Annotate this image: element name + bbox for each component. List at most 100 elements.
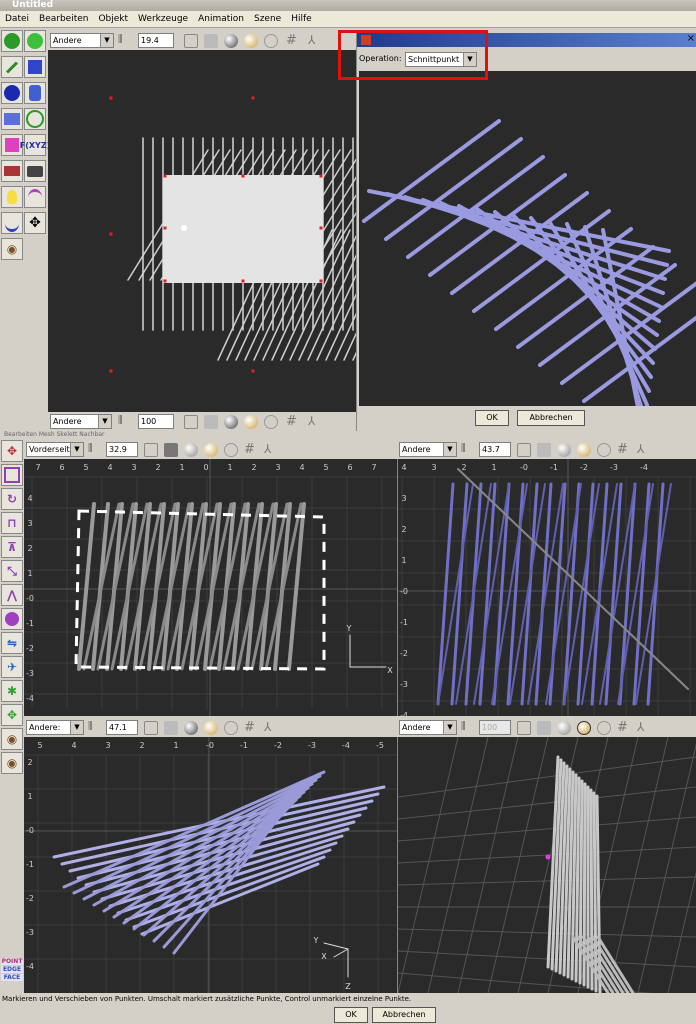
skew-icon[interactable]: ⤡ bbox=[1, 560, 23, 582]
top-view-mode-select[interactable]: Andere ▼ bbox=[50, 33, 114, 48]
point-mode-button[interactable]: POINT bbox=[1, 958, 23, 965]
smooth-sphere-icon[interactable] bbox=[184, 721, 198, 735]
textured-sphere-icon[interactable] bbox=[577, 443, 591, 457]
smooth-sphere-icon[interactable] bbox=[224, 34, 238, 48]
dialog-ok-button[interactable]: OK bbox=[475, 410, 509, 426]
grid-icon[interactable]: # bbox=[286, 33, 297, 48]
menu-animation[interactable]: Animation bbox=[193, 11, 249, 27]
taper-icon[interactable]: ⋀ bbox=[1, 584, 23, 606]
left-bottom-view-angle-field[interactable]: 47.1 bbox=[106, 720, 138, 735]
menu-bearbeiten[interactable]: Bearbeiten bbox=[34, 11, 93, 27]
pen-tool-icon[interactable] bbox=[1, 56, 23, 78]
smooth-sphere-icon[interactable] bbox=[224, 415, 238, 429]
close-icon[interactable]: × bbox=[687, 33, 695, 44]
shaded-box-icon[interactable] bbox=[537, 721, 551, 735]
axes-icon[interactable]: ⅄ bbox=[264, 720, 271, 734]
menu-objekt[interactable]: Objekt bbox=[93, 11, 133, 27]
axes-icon[interactable]: ⅄ bbox=[637, 442, 644, 456]
axes-icon[interactable]: ⅄ bbox=[308, 414, 315, 428]
wireframe-icon[interactable] bbox=[517, 443, 531, 457]
extrude-icon[interactable]: ⊼ bbox=[1, 536, 23, 558]
wireframe-icon[interactable] bbox=[517, 721, 531, 735]
face-mode-button[interactable]: FACE bbox=[1, 974, 23, 981]
wireframe-icon[interactable] bbox=[184, 34, 198, 48]
spline-tool-icon[interactable] bbox=[1, 212, 23, 234]
wireframe-icon[interactable] bbox=[144, 443, 158, 457]
grid-icon[interactable]: # bbox=[286, 414, 297, 429]
ok-button[interactable]: OK bbox=[334, 1007, 368, 1023]
textured-sphere-icon[interactable] bbox=[204, 721, 218, 735]
shaded-box-icon[interactable] bbox=[164, 443, 178, 457]
shaded-box-icon[interactable] bbox=[164, 721, 178, 735]
right-view-angle-field[interactable]: 43.7 bbox=[479, 442, 511, 457]
pose-icon[interactable]: ✥ bbox=[1, 704, 23, 726]
front-view-angle-field[interactable]: 32.9 bbox=[106, 442, 138, 457]
shaded-box-icon[interactable] bbox=[204, 415, 218, 429]
right-viewport[interactable]: 4 3 2 1 -0 -1 -2 -3 -4 3 2 1 -0 -1 -2 -3 -4 bbox=[397, 459, 696, 716]
top-viewport[interactable] bbox=[48, 50, 356, 412]
grid-icon[interactable]: # bbox=[244, 720, 255, 735]
grid-icon[interactable]: # bbox=[617, 442, 628, 457]
pan-tool-icon[interactable]: ✥ bbox=[24, 212, 46, 234]
bottom-view-mode-select[interactable]: Andere ▼ bbox=[50, 414, 112, 429]
bottom-view-value-field[interactable]: 100 bbox=[138, 414, 174, 429]
menu-szene[interactable]: Szene bbox=[249, 11, 286, 27]
view-eye-icon[interactable]: ◉ bbox=[1, 752, 23, 774]
textured-sphere-icon[interactable] bbox=[204, 443, 218, 457]
light-tool-icon[interactable] bbox=[1, 186, 23, 208]
rotate-points-icon[interactable]: ↻ bbox=[1, 488, 23, 510]
axes-icon[interactable]: ⅄ bbox=[308, 33, 315, 47]
sphere-tool-icon[interactable] bbox=[1, 82, 23, 104]
right-view-mode-select[interactable]: Andere ▼ bbox=[399, 442, 457, 457]
smooth-sphere-icon[interactable] bbox=[557, 721, 571, 735]
shaded-box-icon[interactable] bbox=[204, 34, 218, 48]
transparent-icon[interactable] bbox=[597, 721, 611, 735]
cancel-button[interactable]: Abbrechen bbox=[372, 1007, 436, 1023]
dialog-cancel-button[interactable]: Abbrechen bbox=[517, 410, 585, 426]
left-bottom-view-mode-select[interactable]: Andere: ▼ bbox=[26, 720, 84, 735]
cube-tool-icon[interactable] bbox=[24, 56, 46, 78]
thickness-icon[interactable]: ⇋ bbox=[1, 632, 23, 654]
dialog-preview-viewport[interactable] bbox=[359, 71, 696, 406]
transparent-icon[interactable] bbox=[264, 34, 278, 48]
skeleton-icon[interactable]: ✱ bbox=[1, 680, 23, 702]
transparent-icon[interactable] bbox=[597, 443, 611, 457]
grid-mesh-tool-icon[interactable] bbox=[1, 108, 23, 130]
smooth-sphere-icon[interactable] bbox=[557, 443, 571, 457]
bevel-icon[interactable]: ⊓ bbox=[1, 512, 23, 534]
left-bottom-viewport[interactable]: 5 4 3 2 1 -0 -1 -2 -3 -4 -5 2 1 -0 -1 -2 -3 -4 Y X Z bbox=[24, 737, 397, 993]
textured-sphere-icon[interactable] bbox=[244, 415, 258, 429]
curve-tool-icon[interactable] bbox=[24, 186, 46, 208]
select-move-icon[interactable]: ✥ bbox=[1, 440, 23, 462]
menu-datei[interactable]: Datei bbox=[0, 11, 34, 27]
shaded-box-icon[interactable] bbox=[537, 443, 551, 457]
wireframe-icon[interactable] bbox=[184, 415, 198, 429]
move-tool-icon[interactable] bbox=[1, 30, 23, 52]
front-viewport[interactable]: 7654321012345674321-0-1-2-3-4-5YX bbox=[24, 459, 397, 716]
persp-view-mode-select[interactable]: Andere ▼ bbox=[399, 720, 457, 735]
textured-sphere-icon[interactable] bbox=[244, 34, 258, 48]
cylinder-tool-icon[interactable] bbox=[24, 82, 46, 104]
view-eye-icon[interactable]: ◉ bbox=[1, 728, 23, 750]
transparent-icon[interactable] bbox=[264, 415, 278, 429]
textured-sphere-icon[interactable] bbox=[577, 721, 591, 735]
menu-hilfe[interactable]: Hilfe bbox=[286, 11, 316, 27]
view-eye-tool-icon[interactable]: ◉ bbox=[1, 238, 23, 260]
front-view-mode-select[interactable]: Vorderseite ▼ bbox=[26, 442, 84, 457]
menu-werkzeuge[interactable]: Werkzeuge bbox=[133, 11, 193, 27]
scene-tool-icon[interactable] bbox=[1, 160, 23, 182]
scale-icon[interactable] bbox=[1, 464, 23, 486]
create-vertex-icon[interactable]: ✈ bbox=[1, 656, 23, 678]
perspective-viewport[interactable] bbox=[397, 737, 696, 993]
top-view-angle-field[interactable]: 19.4 bbox=[138, 33, 174, 48]
transparent-icon[interactable] bbox=[224, 443, 238, 457]
function-tool-icon[interactable]: F(XYZ) bbox=[20, 134, 50, 156]
transparent-icon[interactable] bbox=[224, 721, 238, 735]
sphere-map-icon[interactable] bbox=[1, 608, 23, 630]
wireframe-icon[interactable] bbox=[144, 721, 158, 735]
grid-icon[interactable]: # bbox=[617, 720, 628, 735]
edge-mode-button[interactable]: EDGE bbox=[1, 966, 23, 973]
persp-view-value-field[interactable]: 100 bbox=[479, 720, 511, 735]
axes-icon[interactable]: ⅄ bbox=[637, 720, 644, 734]
axes-icon[interactable]: ⅄ bbox=[264, 442, 271, 456]
